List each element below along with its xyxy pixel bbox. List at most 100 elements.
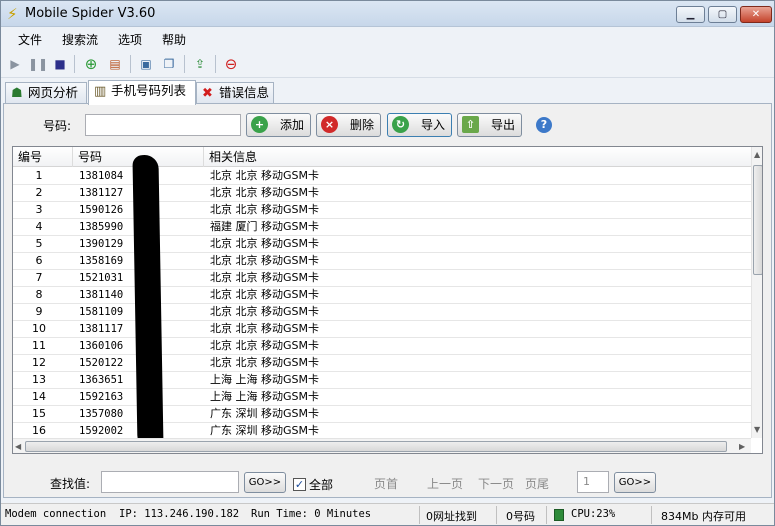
table-row[interactable]: 15 1357080 广东 深圳 移动GSM卡: [13, 406, 751, 423]
error-x-icon: ✖: [202, 86, 213, 101]
redaction-mark: [132, 154, 164, 452]
table-row[interactable]: 3 1590126 北京 北京 移动GSM卡: [13, 202, 751, 219]
row-id: 5: [35, 237, 43, 250]
find-go-button[interactable]: GO>>: [244, 472, 286, 493]
row-info: 北京 北京 移动GSM卡: [210, 254, 319, 267]
window-title: Mobile Spider V3.60: [25, 6, 156, 21]
delete-button[interactable]: × 删除: [316, 113, 381, 137]
menu-search-flow[interactable]: 搜索流: [62, 31, 98, 48]
tab-phone-list[interactable]: ▥ 手机号码列表: [88, 80, 196, 105]
row-info: 北京 北京 移动GSM卡: [210, 305, 319, 318]
vertical-scroll-thumb[interactable]: [753, 165, 762, 275]
all-label: 全部: [309, 478, 334, 492]
table-row[interactable]: 7 1521031 北京 北京 移动GSM卡: [13, 270, 751, 287]
table-row[interactable]: 2 1381127 北京 北京 移动GSM卡: [13, 185, 751, 202]
scroll-up-icon[interactable]: ▲: [754, 150, 760, 159]
row-info: 广东 深圳 移动GSM卡: [210, 407, 319, 420]
find-input[interactable]: [101, 471, 239, 493]
title-bar: ⚡ Mobile Spider V3.60 ▁ ▢ ✕: [1, 1, 774, 27]
scroll-right-icon[interactable]: ▶: [739, 442, 745, 451]
table-row[interactable]: 13 1363651 上海 上海 移动GSM卡: [13, 372, 751, 389]
last-page-link[interactable]: 页尾: [525, 475, 549, 492]
cpu-meter-icon: [554, 509, 564, 521]
stop-icon[interactable]: ■: [51, 55, 69, 73]
import-button-label: 导入: [421, 118, 446, 132]
copy-icon[interactable]: ❐: [160, 55, 178, 73]
page-input[interactable]: 1: [577, 471, 609, 493]
tab-web-analysis[interactable]: ☗ 网页分析: [5, 82, 87, 104]
minimize-button[interactable]: ▁: [676, 6, 705, 23]
page-go-button[interactable]: GO>>: [614, 472, 656, 493]
all-checkbox[interactable]: ✓: [293, 478, 306, 491]
list-rows: 1 1381084 北京 北京 移动GSM卡 2 1381127 北京 北京 移动GSM卡…: [13, 168, 751, 438]
export-button[interactable]: ⇧ 导出: [457, 113, 522, 137]
status-separator: [419, 506, 420, 524]
column-header-id[interactable]: 编号: [13, 147, 73, 167]
tab-bar: ☗ 网页分析 ▥ 手机号码列表 ✖ 错误信息: [1, 80, 774, 105]
export-doc-icon: ⇧: [462, 116, 479, 133]
tab-label: 手机号码列表: [111, 83, 187, 98]
table-row[interactable]: 12 1520122 北京 北京 移动GSM卡: [13, 355, 751, 372]
status-cpu: CPU:23%: [571, 508, 616, 520]
row-id: 8: [35, 288, 43, 301]
row-info: 上海 上海 移动GSM卡: [210, 373, 319, 386]
column-header-info[interactable]: 相关信息: [204, 147, 751, 167]
row-id: 2: [35, 186, 43, 199]
horizontal-scrollbar[interactable]: ◀ ▶: [13, 438, 751, 453]
status-ip: IP: 113.246.190.182: [119, 508, 240, 520]
row-id: 6: [35, 254, 43, 267]
scroll-left-icon[interactable]: ◀: [15, 442, 21, 451]
table-row[interactable]: 9 1581109 北京 北京 移动GSM卡: [13, 304, 751, 321]
row-info: 北京 北京 移动GSM卡: [210, 356, 319, 369]
export-icon[interactable]: ⇪: [191, 55, 209, 73]
next-page-link[interactable]: 下一页: [478, 475, 514, 492]
help-icon[interactable]: ?: [536, 117, 552, 133]
menu-help[interactable]: 帮助: [162, 31, 186, 48]
table-row[interactable]: 10 1381117 北京 北京 移动GSM卡: [13, 321, 751, 338]
phone-number-list[interactable]: 编号 号码 相关信息 1 1381084 北京 北京 移动GSM卡 2 1381127 北…: [12, 146, 763, 454]
table-row[interactable]: 8 1381140 北京 北京 移动GSM卡: [13, 287, 751, 304]
row-info: 北京 北京 移动GSM卡: [210, 288, 319, 301]
close-button[interactable]: ✕: [740, 6, 772, 23]
import-button[interactable]: ↻ 导入: [387, 113, 452, 137]
table-row[interactable]: 6 1358169 北京 北京 移动GSM卡: [13, 253, 751, 270]
row-id: 11: [32, 339, 46, 352]
menu-bar: 文件 搜索流 选项 帮助: [1, 28, 774, 50]
sitemap-icon: ☗: [11, 86, 23, 101]
number-input[interactable]: [85, 114, 241, 136]
menu-options[interactable]: 选项: [118, 31, 142, 48]
table-row[interactable]: 1 1381084 北京 北京 移动GSM卡: [13, 168, 751, 185]
add-circle-icon[interactable]: ⊕: [82, 55, 100, 73]
scroll-down-icon[interactable]: ▼: [754, 425, 760, 434]
tab-error-info[interactable]: ✖ 错误信息: [196, 82, 274, 104]
maximize-button[interactable]: ▢: [708, 6, 737, 23]
document-icon[interactable]: ▤: [106, 55, 124, 73]
prev-page-link[interactable]: 上一页: [427, 475, 463, 492]
horizontal-scroll-thumb[interactable]: [25, 441, 727, 452]
find-label: 查找值:: [50, 477, 91, 491]
table-row[interactable]: 4 1385990 福建 厦门 移动GSM卡: [13, 219, 751, 236]
row-info: 北京 北京 移动GSM卡: [210, 322, 319, 335]
row-id: 10: [32, 322, 46, 335]
status-runtime: Run Time: 0 Minutes: [251, 508, 372, 520]
table-row[interactable]: 14 1592163 上海 上海 移动GSM卡: [13, 389, 751, 406]
row-info: 北京 北京 移动GSM卡: [210, 237, 319, 250]
table-row[interactable]: 16 1592002 广东 深圳 移动GSM卡: [13, 423, 751, 438]
play-icon[interactable]: ▶: [6, 55, 24, 73]
row-info: 北京 北京 移动GSM卡: [210, 271, 319, 284]
stop-sign-icon[interactable]: ⊖: [222, 55, 240, 73]
network-icon[interactable]: ▣: [137, 55, 155, 73]
app-window: ⚡ Mobile Spider V3.60 ▁ ▢ ✕ 文件 搜索流 选项 帮助…: [0, 0, 775, 526]
table-row[interactable]: 5 1390129 北京 北京 移动GSM卡: [13, 236, 751, 253]
row-info: 北京 北京 移动GSM卡: [210, 339, 319, 352]
table-row[interactable]: 11 1360106 北京 北京 移动GSM卡: [13, 338, 751, 355]
import-arrow-icon: ↻: [392, 116, 409, 133]
menu-file[interactable]: 文件: [18, 31, 42, 48]
first-page-link[interactable]: 页首: [374, 475, 398, 492]
row-id: 9: [35, 305, 43, 318]
row-id: 7: [35, 271, 43, 284]
pause-icon[interactable]: ❚❚: [28, 55, 48, 73]
toolbar: ▶ ❚❚ ■ ⊕ ▤ ▣ ❐ ⇪ ⊖: [1, 50, 774, 78]
vertical-scrollbar[interactable]: ▲ ▼: [751, 147, 762, 438]
add-button[interactable]: + 添加: [246, 113, 311, 137]
